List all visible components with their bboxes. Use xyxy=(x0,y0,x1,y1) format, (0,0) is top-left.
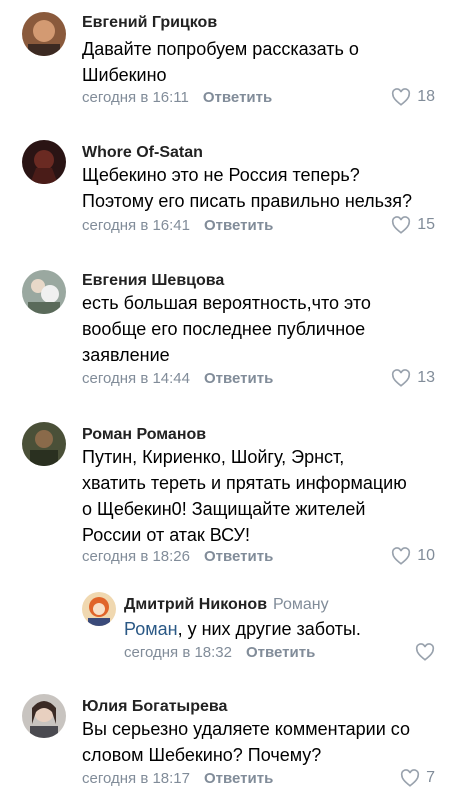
comment-text: Путин, Кириенко, Шойгу, Эрнст, хватить т… xyxy=(82,447,407,545)
like-count: 10 xyxy=(417,547,435,564)
like-button[interactable]: 7 xyxy=(400,769,435,787)
comment-meta: сегодня в 16:11 Ответить xyxy=(82,89,272,106)
heart-icon xyxy=(392,547,411,565)
comment-meta: сегодня в 18:32 Ответить xyxy=(124,644,315,661)
reply-button[interactable]: Ответить xyxy=(204,770,273,787)
avatar[interactable] xyxy=(22,140,66,184)
comment-author[interactable]: Whore Of-Satan xyxy=(82,144,203,162)
comment-time: сегодня в 16:41 xyxy=(82,217,190,234)
like-button[interactable]: 13 xyxy=(391,369,435,387)
mention-link[interactable]: Роман xyxy=(124,619,178,639)
comment-meta: сегодня в 14:44 Ответить xyxy=(82,370,273,387)
comment-text: Роман, у них другие заботы. xyxy=(124,619,361,639)
avatar[interactable] xyxy=(22,12,66,56)
comment-meta: сегодня в 16:41 Ответить xyxy=(82,217,273,234)
comment-time: сегодня в 14:44 xyxy=(82,370,190,387)
heart-icon xyxy=(392,369,411,387)
comment-text: Давайте попробуем рассказать о Шибекино xyxy=(82,39,359,85)
like-button[interactable]: 10 xyxy=(391,547,435,565)
comment-author[interactable]: Евгения Шевцова xyxy=(82,272,224,290)
heart-icon xyxy=(392,216,411,234)
comment-time: сегодня в 18:26 xyxy=(82,548,190,565)
avatar[interactable] xyxy=(22,694,66,738)
reply-button[interactable]: Ответить xyxy=(204,217,273,234)
comment-item: Юлия Богатырева Вы серьезно удаляете ком… xyxy=(0,686,455,800)
comment-item: Евгений Грицков Давайте попробуем расска… xyxy=(0,0,455,118)
comment-author[interactable]: Дмитрий Никонов Роману xyxy=(124,596,329,614)
heart-icon xyxy=(392,88,411,106)
like-count: 7 xyxy=(426,769,435,786)
comment-author[interactable]: Юлия Богатырева xyxy=(82,698,227,716)
reply-to-label[interactable]: Роману xyxy=(273,596,329,613)
avatar[interactable] xyxy=(22,270,66,314)
like-button[interactable]: 18 xyxy=(391,88,435,106)
comment-text: есть большая вероятность,что это вообще … xyxy=(82,293,371,365)
comment-author[interactable]: Евгений Грицков xyxy=(82,14,217,32)
like-button[interactable]: 15 xyxy=(391,216,435,234)
comment-time: сегодня в 18:17 xyxy=(82,770,190,787)
heart-icon xyxy=(415,643,435,661)
reply-item: Дмитрий Никонов Роману Роман, у них други… xyxy=(0,586,455,670)
reply-button[interactable]: Ответить xyxy=(204,370,273,387)
avatar[interactable] xyxy=(22,422,66,466)
comment-item: Евгения Шевцова есть большая вероятность… xyxy=(0,262,455,410)
comment-meta: сегодня в 18:26 Ответить xyxy=(82,548,273,565)
reply-button[interactable]: Ответить xyxy=(203,89,272,106)
comment-text: Щебекино это не Россия теперь? Поэтому е… xyxy=(82,165,413,211)
reply-button[interactable]: Ответить xyxy=(246,644,315,661)
comment-text: Вы серьезно удаляете комментарии со слов… xyxy=(82,719,410,765)
comment-item: Роман Романов Путин, Кириенко, Шойгу, Эр… xyxy=(0,416,455,576)
comment-time: сегодня в 18:32 xyxy=(124,644,232,661)
like-count: 18 xyxy=(417,88,435,105)
comment-meta: сегодня в 18:17 Ответить xyxy=(82,770,273,787)
like-count: 13 xyxy=(417,369,435,386)
reply-button[interactable]: Ответить xyxy=(204,548,273,565)
avatar[interactable] xyxy=(82,592,116,626)
comment-item: Whore Of-Satan Щебекино это не Россия те… xyxy=(0,132,455,250)
like-count: 15 xyxy=(417,216,435,233)
comment-author[interactable]: Роман Романов xyxy=(82,426,206,444)
heart-icon xyxy=(401,769,420,787)
like-button[interactable] xyxy=(415,643,435,661)
comment-time: сегодня в 16:11 xyxy=(82,89,189,106)
